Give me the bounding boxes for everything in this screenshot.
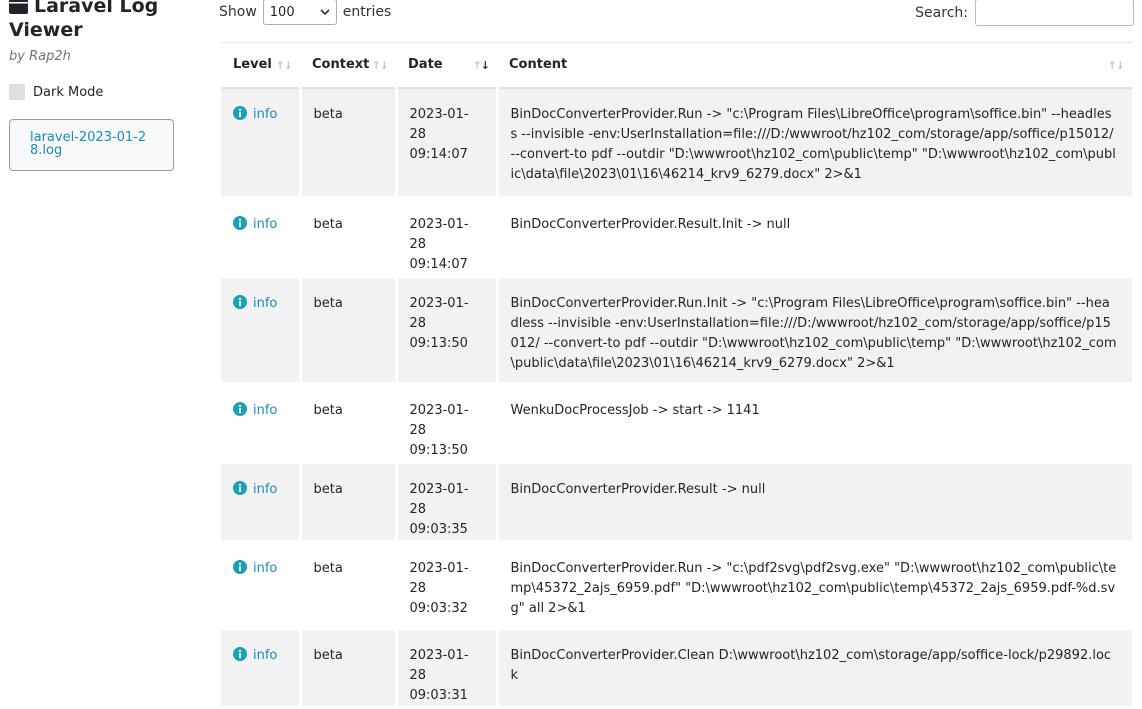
app-title-text: Laravel Log Viewer: [9, 0, 159, 41]
column-header-content-label: Content: [509, 57, 568, 73]
context-cell: beta: [298, 276, 396, 385]
context-cell: beta: [298, 628, 396, 709]
content-cell: BinDocConverterProvider.Run.Init -> "c:\…: [495, 276, 1132, 385]
table-row[interactable]: info beta 2023-01-28 09:14:07 BinDocConv…: [221, 87, 1132, 199]
sidebar: Laravel Log Viewer by Rap2h Dark Mode la…: [0, 0, 205, 661]
level-cell: info: [221, 87, 300, 199]
date-cell: 2023-01-28 09:03:31: [394, 628, 497, 709]
context-cell: beta: [298, 87, 396, 199]
context-cell: beta: [298, 383, 396, 464]
log-file-item[interactable]: laravel-2023-01-28.log: [9, 119, 174, 171]
sort-arrows-icon: ↑↓: [275, 59, 293, 72]
column-header-context-label: Context: [312, 57, 370, 73]
table-row[interactable]: info beta 2023-01-28 09:03:31 BinDocConv…: [221, 628, 1132, 709]
log-file-link[interactable]: laravel-2023-01-28.log: [30, 131, 153, 157]
dark-mode-toggle[interactable]: Dark Mode: [9, 84, 103, 100]
dark-mode-label: Dark Mode: [33, 84, 104, 100]
date-cell: 2023-01-28 09:13:50: [394, 276, 497, 385]
level-cell: info: [221, 541, 300, 630]
app-subtitle: by Rap2h: [9, 49, 71, 64]
entries-label: entries: [342, 4, 392, 20]
table-row[interactable]: info beta 2023-01-28 09:13:50 WenkuDocPr…: [221, 383, 1132, 464]
content-cell: BinDocConverterProvider.Result.Init -> n…: [495, 197, 1132, 278]
content-cell: WenkuDocProcessJob -> start -> 1141: [495, 383, 1132, 464]
content-cell: BinDocConverterProvider.Run -> "c:\Progr…: [495, 87, 1132, 199]
level-text: info: [253, 482, 278, 497]
table-row[interactable]: info beta 2023-01-28 09:03:35 BinDocConv…: [221, 462, 1132, 543]
info-circle-icon: [233, 295, 247, 309]
level-cell: info: [221, 628, 300, 709]
table-row[interactable]: info beta 2023-01-28 09:03:32 BinDocConv…: [221, 541, 1132, 630]
context-cell: beta: [298, 541, 396, 630]
level-text: info: [253, 403, 278, 418]
calendar-icon: [9, 0, 28, 14]
log-table: Level ↑↓ Context ↑↓ Date ↑↓ Content ↑↓ i…: [221, 42, 1132, 709]
info-circle-icon: [233, 647, 247, 661]
context-cell: beta: [298, 462, 396, 543]
level-text: info: [253, 561, 278, 576]
column-header-content[interactable]: Content ↑↓: [497, 42, 1132, 89]
column-header-date-label: Date: [408, 57, 443, 73]
search-label: Search:: [915, 4, 968, 21]
sort-arrows-icon: ↑↓: [1107, 59, 1125, 72]
date-cell: 2023-01-28 09:03:35: [394, 462, 497, 543]
info-circle-icon: [233, 402, 247, 416]
dark-mode-checkbox[interactable]: [9, 84, 25, 100]
search-input[interactable]: [975, 0, 1134, 26]
level-text: info: [253, 217, 278, 232]
column-header-level-label: Level: [233, 57, 272, 73]
entries-length-select[interactable]: 100: [262, 0, 337, 25]
sort-arrows-icon: ↑↓: [472, 59, 490, 72]
date-cell: 2023-01-28 09:14:07: [394, 87, 497, 199]
column-header-context[interactable]: Context ↑↓: [300, 42, 396, 89]
level-cell: info: [221, 462, 300, 543]
entries-length-control: Show 100 entries: [219, 0, 392, 25]
show-label: Show: [219, 4, 257, 20]
content-cell: BinDocConverterProvider.Run -> "c:\pdf2s…: [495, 541, 1132, 630]
content-cell: BinDocConverterProvider.Result -> null: [495, 462, 1132, 543]
level-text: info: [253, 106, 278, 122]
table-header-row: Level ↑↓ Context ↑↓ Date ↑↓ Content ↑↓: [221, 42, 1132, 89]
date-cell: 2023-01-28 09:13:50: [394, 383, 497, 464]
info-circle-icon: [233, 481, 247, 495]
search-control: Search:: [915, 0, 1134, 26]
chevron-down-icon: [320, 9, 330, 16]
level-cell: info: [221, 197, 300, 278]
app-title: Laravel Log Viewer: [9, 0, 199, 42]
date-cell: 2023-01-28 09:14:07: [394, 197, 497, 278]
context-cell: beta: [298, 197, 396, 278]
column-header-level[interactable]: Level ↑↓: [221, 42, 300, 89]
date-cell: 2023-01-28 09:03:32: [394, 541, 497, 630]
level-cell: info: [221, 383, 300, 464]
content-cell: BinDocConverterProvider.Clean D:\wwwroot…: [495, 628, 1132, 709]
level-cell: info: [221, 276, 300, 385]
info-circle-icon: [233, 216, 247, 230]
table-row[interactable]: info beta 2023-01-28 09:13:50 BinDocConv…: [221, 276, 1132, 385]
sort-arrows-icon: ↑↓: [371, 59, 389, 72]
level-text: info: [253, 296, 278, 311]
entries-length-value: 100: [269, 4, 295, 20]
table-row[interactable]: info beta 2023-01-28 09:14:07 BinDocConv…: [221, 197, 1132, 278]
info-circle-icon: [233, 105, 247, 120]
column-header-date[interactable]: Date ↑↓: [396, 42, 497, 89]
info-circle-icon: [233, 560, 247, 574]
